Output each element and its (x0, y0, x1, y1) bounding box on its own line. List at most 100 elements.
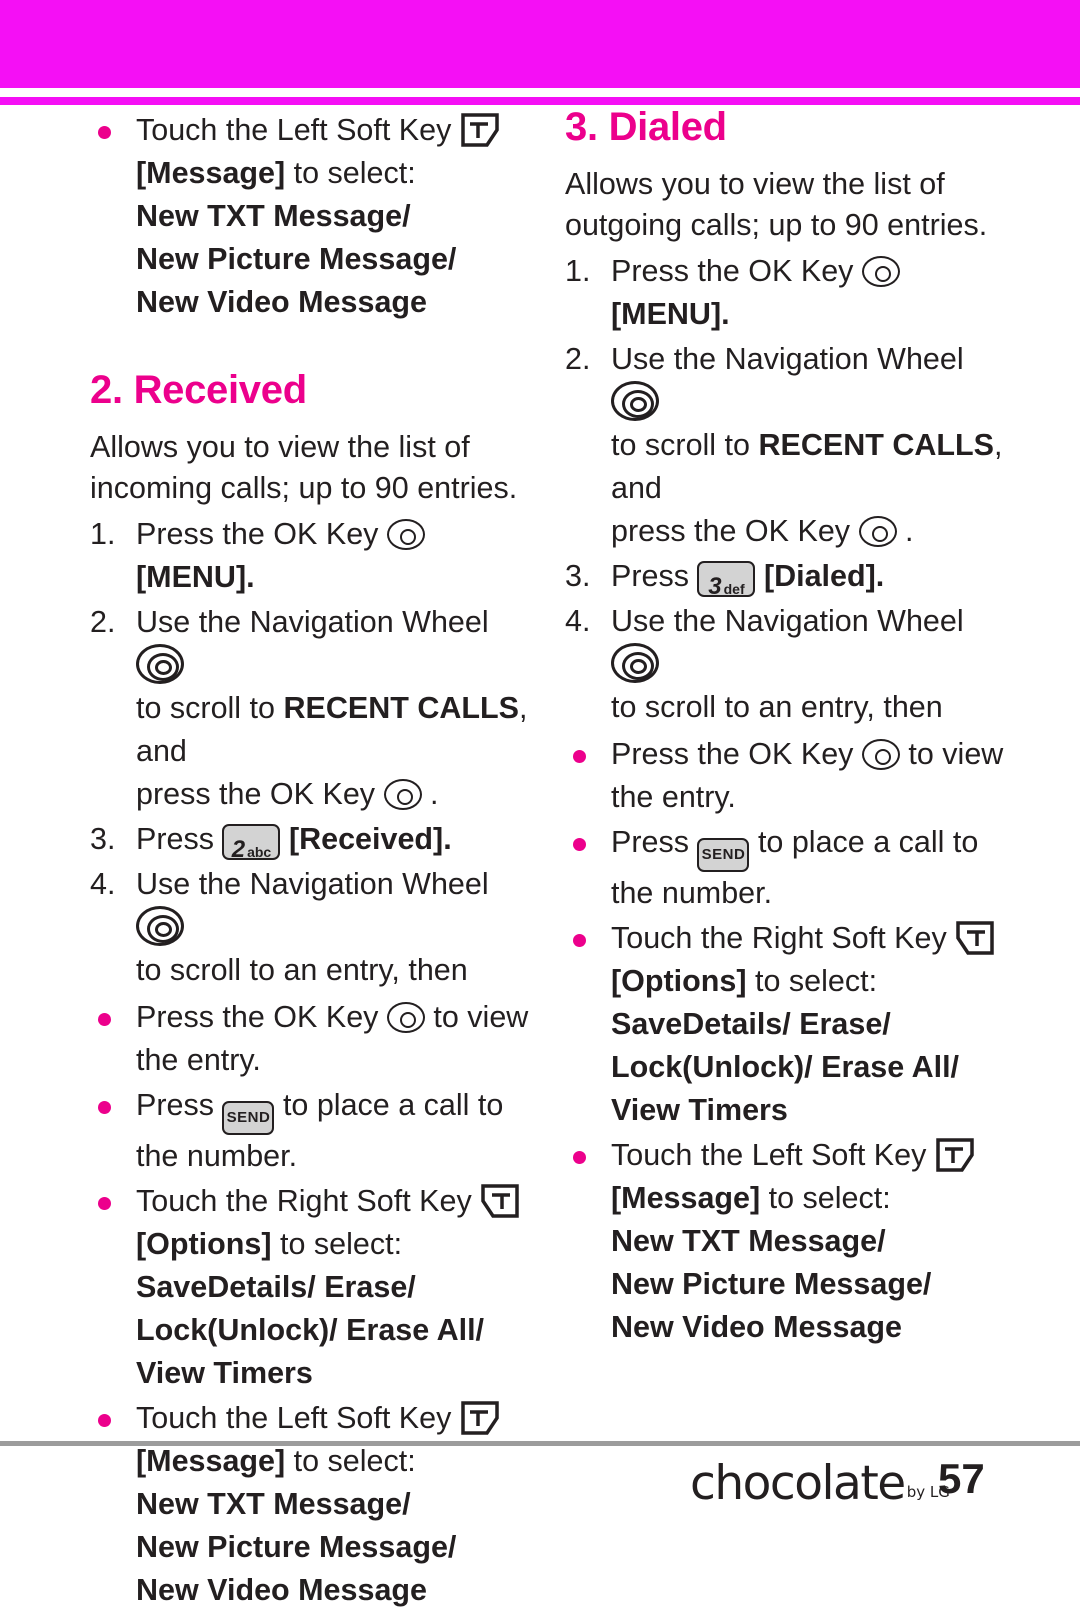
step-3: 3. Press 2 abc [Received]. (90, 818, 530, 863)
bullet-text-line2: the number. (136, 1139, 298, 1173)
bullet-touch-right-soft-key: Touch the Right Soft Key [Options] to se… (565, 917, 1005, 1132)
section-heading-dialed: 3. Dialed (565, 105, 727, 149)
step-text: Press (611, 559, 689, 593)
bullet-text: Touch the Left Soft Key (136, 113, 452, 147)
dialed-label: [Dialed]. (763, 559, 885, 593)
bullet-text-after: to view (908, 737, 1004, 771)
bullet-text: Touch the Left Soft Key (611, 1138, 927, 1172)
recent-calls-label: RECENT CALLS (758, 428, 994, 462)
step-text-line2: to scroll to (136, 691, 284, 725)
bullet-press-send: Press SEND to place a call to the number… (90, 1084, 530, 1178)
step-number: 2. (565, 342, 591, 376)
to-select-text: to select: (285, 1444, 416, 1478)
step-4: 4. Use the Navigation Wheel to scroll to… (90, 863, 530, 992)
navigation-wheel-icon (136, 644, 184, 684)
keypad-digit: 3 (708, 573, 722, 600)
step-text: Use the Navigation Wheel (136, 605, 489, 639)
bracket-message: [Message] (136, 1444, 286, 1478)
step-2: 2. Use the Navigation Wheel to scroll to… (90, 601, 530, 816)
step-text: Press the OK Key (611, 254, 854, 288)
ok-key-icon (861, 256, 900, 287)
step-2: 2. Use the Navigation Wheel to scroll to… (565, 338, 1005, 553)
bullet-text: Touch the Right Soft Key (136, 1184, 472, 1218)
ok-key-icon (861, 739, 900, 770)
option-save-details: SaveDetails/ Erase/ (611, 1007, 891, 1041)
bullet-press-ok-view: Press the OK Key to view the entry. (565, 733, 1005, 819)
bullet-text: Press (136, 1088, 214, 1122)
left-soft-key-icon (460, 1400, 500, 1436)
brand-name: chocolate (690, 1456, 906, 1511)
bullet-press-ok-view: Press the OK Key to view the entry. (90, 996, 530, 1082)
bullet-text: Press the OK Key (136, 1000, 379, 1034)
ok-key-icon (386, 519, 425, 550)
option-new-txt: New TXT Message/ (611, 1224, 886, 1258)
left-column: Touch the Left Soft Key [Message] to sel… (90, 105, 530, 1614)
bracket-options: [Options] (136, 1227, 272, 1261)
ok-key-icon (386, 1002, 425, 1033)
dialed-steps: 1. Press the OK Key [MENU]. 2. Use the N… (565, 250, 1005, 729)
bullet-touch-right-soft-key: Touch the Right Soft Key [Options] to se… (90, 1180, 530, 1395)
step-number: 4. (90, 867, 116, 901)
keypad-letters: abc (247, 844, 272, 860)
step-text: Press (136, 822, 214, 856)
bullet-text-after: to place a call to (282, 1088, 504, 1122)
option-new-txt: New TXT Message/ (136, 1487, 411, 1521)
send-key-label: SEND (226, 1109, 271, 1126)
to-select-text: to select: (760, 1181, 891, 1215)
navigation-wheel-icon (611, 381, 659, 421)
header-color-band (0, 0, 1080, 88)
option-new-picture: New Picture Message/ (136, 242, 457, 276)
step-number: 3. (90, 822, 116, 856)
received-steps: 1. Press the OK Key [MENU]. 2. Use the N… (90, 513, 530, 992)
step-number: 3. (565, 559, 591, 593)
send-key-label: SEND (701, 846, 746, 863)
left-soft-key-icon (460, 112, 500, 148)
option-new-video: New Video Message (136, 285, 428, 319)
dialed-intro: Allows you to view the list of outgoing … (565, 167, 988, 242)
bullet-touch-left-soft-key: Touch the Left Soft Key [Message] to sel… (90, 1397, 530, 1612)
bullet-text-line2: the number. (611, 876, 773, 910)
send-key-icon: SEND (697, 838, 750, 872)
keypad-2-icon: 2 abc (222, 824, 281, 863)
step-3: 3. Press 3 def [Dialed]. (565, 555, 1005, 600)
menu-label: [MENU]. (136, 560, 255, 594)
step-text-line3: press the OK Key (136, 777, 376, 811)
option-new-video: New Video Message (611, 1310, 903, 1344)
bullet-text: Press (611, 825, 689, 859)
bullet-text-after: to view (433, 1000, 529, 1034)
received-label: [Received]. (288, 822, 452, 856)
bracket-options: [Options] (611, 964, 747, 998)
keypad-3-icon: 3 def (697, 561, 756, 600)
bracket-message: [Message] (136, 156, 286, 190)
bullet-touch-left-soft-key: Touch the Left Soft Key [Message] to sel… (565, 1134, 1005, 1349)
left-top-bullets: Touch the Left Soft Key [Message] to sel… (90, 109, 530, 324)
step-text-line3: press the OK Key (611, 514, 851, 548)
step-text: Use the Navigation Wheel (136, 867, 489, 901)
bullet-press-send: Press SEND to place a call to the number… (565, 821, 1005, 915)
step-number: 4. (565, 604, 591, 638)
received-intro: Allows you to view the list of incoming … (90, 430, 518, 505)
option-new-txt: New TXT Message/ (136, 199, 411, 233)
bullet-text-line2: the entry. (611, 780, 736, 814)
option-save-details: SaveDetails/ Erase/ (136, 1270, 416, 1304)
bullet-text: Touch the Left Soft Key (136, 1401, 452, 1435)
step-number: 1. (90, 517, 116, 551)
right-soft-key-icon (480, 1183, 520, 1219)
navigation-wheel-icon (136, 906, 184, 946)
recent-calls-label: RECENT CALLS (283, 691, 519, 725)
footer-rule (0, 1441, 1080, 1446)
step-text: Use the Navigation Wheel (611, 342, 964, 376)
menu-label: [MENU]. (611, 297, 730, 331)
bullet-touch-left-soft-key: Touch the Left Soft Key [Message] to sel… (90, 109, 530, 324)
option-lock-unlock: Lock(Unlock)/ Erase All/ (611, 1050, 960, 1084)
brand-logo: chocolate by LG (690, 1456, 950, 1511)
ok-key-icon (858, 516, 897, 547)
step-text: Use the Navigation Wheel (611, 604, 964, 638)
option-view-timers: View Timers (136, 1356, 313, 1390)
bullet-text: Touch the Right Soft Key (611, 921, 947, 955)
keypad-digit: 2 (231, 836, 246, 863)
right-column: 3. Dialed Allows you to view the list of… (565, 105, 1005, 1351)
option-new-picture: New Picture Message/ (611, 1267, 932, 1301)
step-text-line3b: . (430, 777, 439, 811)
keypad-letters: def (723, 581, 745, 597)
